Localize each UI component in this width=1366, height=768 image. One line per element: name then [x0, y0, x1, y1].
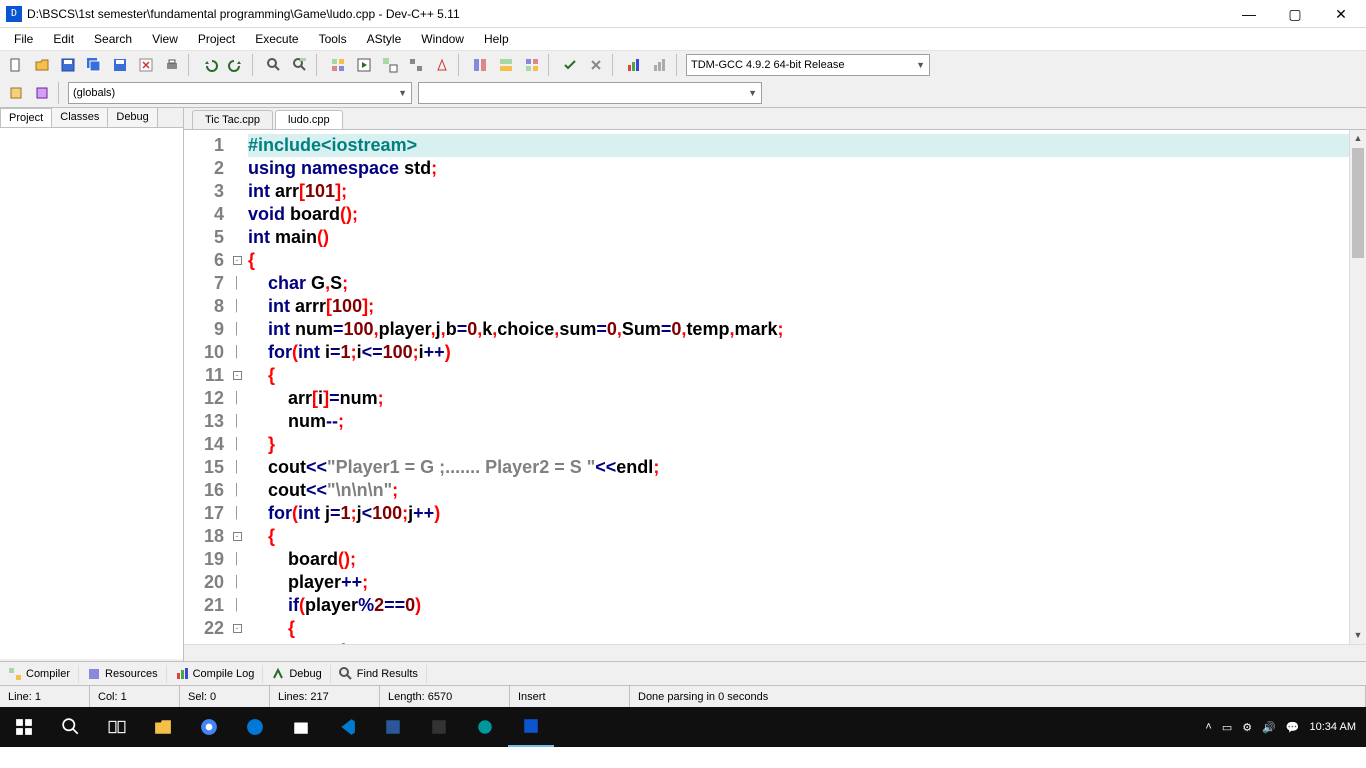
- delete-profile-button[interactable]: [648, 54, 672, 76]
- status-length: Length: 6570: [380, 686, 510, 707]
- menu-bar: FileEditSearchViewProjectExecuteToolsASt…: [0, 28, 1366, 50]
- compiler-select[interactable]: TDM-GCC 4.9.2 64-bit Release▼: [686, 54, 930, 76]
- title-bar: D D:\BSCS\1st semester\fundamental progr…: [0, 0, 1366, 28]
- compile-run-button[interactable]: [378, 54, 402, 76]
- menu-project[interactable]: Project: [188, 30, 245, 48]
- edge-icon[interactable]: [232, 707, 278, 747]
- word-icon[interactable]: [370, 707, 416, 747]
- menu-view[interactable]: View: [142, 30, 188, 48]
- file-tab[interactable]: ludo.cpp: [275, 110, 343, 129]
- terminal-icon[interactable]: [416, 707, 462, 747]
- task-view-icon[interactable]: [94, 707, 140, 747]
- battery-icon[interactable]: ▭: [1222, 721, 1232, 734]
- status-insert: Insert: [510, 686, 630, 707]
- run-button[interactable]: [352, 54, 376, 76]
- bottom-tab-compiler[interactable]: Compiler: [0, 665, 79, 683]
- code-editor[interactable]: 123456789101112131415161718192021222324 …: [184, 130, 1366, 644]
- bottom-tab-find-results[interactable]: Find Results: [331, 665, 427, 683]
- menu-astyle[interactable]: AStyle: [357, 30, 412, 48]
- layout-button-1[interactable]: [468, 54, 492, 76]
- window-title: D:\BSCS\1st semester\fundamental program…: [27, 7, 1226, 21]
- store-icon[interactable]: [278, 707, 324, 747]
- scope-select[interactable]: (globals)▼: [68, 82, 412, 104]
- menu-search[interactable]: Search: [84, 30, 142, 48]
- menu-edit[interactable]: Edit: [43, 30, 84, 48]
- project-tree[interactable]: [0, 128, 183, 659]
- function-select[interactable]: ▼: [418, 82, 762, 104]
- tray-chevron-icon[interactable]: ˄: [1205, 721, 1211, 733]
- status-lines: Lines: 217: [270, 686, 380, 707]
- rebuild-button[interactable]: [404, 54, 428, 76]
- debug-button[interactable]: [430, 54, 454, 76]
- side-tab-debug[interactable]: Debug: [108, 108, 157, 127]
- menu-file[interactable]: File: [4, 30, 43, 48]
- menu-tools[interactable]: Tools: [309, 30, 357, 48]
- status-parse: Done parsing in 0 seconds: [630, 686, 1366, 707]
- menu-execute[interactable]: Execute: [245, 30, 308, 48]
- new-file-button[interactable]: [4, 54, 28, 76]
- profile-button[interactable]: [622, 54, 646, 76]
- chrome-icon[interactable]: [186, 707, 232, 747]
- check-button[interactable]: [558, 54, 582, 76]
- start-button[interactable]: [0, 707, 48, 747]
- windows-taskbar: ˄ ▭ ⚙ 🔊 💬 10:34 AM: [0, 707, 1366, 747]
- replace-button[interactable]: [288, 54, 312, 76]
- clock[interactable]: 10:34 AM: [1310, 721, 1356, 733]
- notifications-icon[interactable]: 💬: [1286, 721, 1300, 734]
- system-tray[interactable]: ˄ ▭ ⚙ 🔊 💬 10:34 AM: [1195, 721, 1366, 734]
- status-bar: Line: 1 Col: 1 Sel: 0 Lines: 217 Length:…: [0, 685, 1366, 707]
- arduino-icon[interactable]: [462, 707, 508, 747]
- save-all-button[interactable]: [82, 54, 106, 76]
- undo-button[interactable]: [198, 54, 222, 76]
- status-col: Col: 1: [90, 686, 180, 707]
- menu-help[interactable]: Help: [474, 30, 519, 48]
- volume-icon[interactable]: 🔊: [1262, 721, 1276, 734]
- goto-button-2[interactable]: [30, 82, 54, 104]
- bottom-panel-tabs: CompilerResourcesCompile LogDebugFind Re…: [0, 661, 1366, 685]
- status-sel: Sel: 0: [180, 686, 270, 707]
- bottom-tab-debug[interactable]: Debug: [263, 665, 330, 683]
- maximize-button[interactable]: ▢: [1272, 0, 1318, 28]
- vscode-icon[interactable]: [324, 707, 370, 747]
- save-button[interactable]: [56, 54, 80, 76]
- minimize-button[interactable]: —: [1226, 0, 1272, 28]
- file-tab[interactable]: Tic Tac.cpp: [192, 110, 273, 129]
- menu-window[interactable]: Window: [411, 30, 474, 48]
- redo-button[interactable]: [224, 54, 248, 76]
- devcpp-icon[interactable]: [508, 707, 554, 747]
- toolbar-area: TDM-GCC 4.9.2 64-bit Release▼ (globals)▼…: [0, 50, 1366, 108]
- status-line: Line: 1: [0, 686, 90, 707]
- wifi-icon[interactable]: ⚙: [1242, 721, 1252, 734]
- goto-button-1[interactable]: [4, 82, 28, 104]
- close-button[interactable]: ✕: [1318, 0, 1364, 28]
- compile-button[interactable]: [326, 54, 350, 76]
- open-button[interactable]: [30, 54, 54, 76]
- side-tab-project[interactable]: Project: [0, 108, 52, 127]
- print-button[interactable]: [160, 54, 184, 76]
- layout-button-3[interactable]: [520, 54, 544, 76]
- find-button[interactable]: [262, 54, 286, 76]
- bottom-tab-resources[interactable]: Resources: [79, 665, 167, 683]
- app-icon: D: [6, 6, 22, 22]
- horizontal-scrollbar[interactable]: [184, 644, 1366, 661]
- layout-button-2[interactable]: [494, 54, 518, 76]
- vertical-scrollbar[interactable]: ▲▼: [1349, 130, 1366, 644]
- clear-button[interactable]: [584, 54, 608, 76]
- search-icon[interactable]: [48, 707, 94, 747]
- side-tab-classes[interactable]: Classes: [52, 108, 108, 127]
- file-explorer-icon[interactable]: [140, 707, 186, 747]
- close-file-button[interactable]: [134, 54, 158, 76]
- bottom-tab-compile-log[interactable]: Compile Log: [167, 665, 264, 683]
- save-as-button[interactable]: [108, 54, 132, 76]
- side-panel: ProjectClassesDebug: [0, 108, 184, 661]
